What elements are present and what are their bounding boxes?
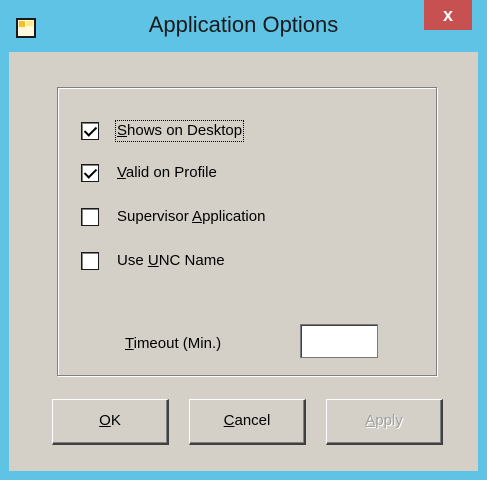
supervisor-application-checkbox[interactable]: [81, 208, 99, 226]
use-unc-name-checkbox[interactable]: [81, 252, 99, 270]
cancel-button[interactable]: Cancel: [189, 399, 306, 445]
title-bar[interactable]: Application Options x: [0, 0, 487, 50]
apply-button[interactable]: Apply: [326, 399, 443, 445]
use-unc-name-label[interactable]: Use UNC Name: [117, 252, 225, 270]
shows-on-desktop-label[interactable]: Shows on Desktop: [114, 120, 245, 142]
timeout-input[interactable]: [300, 324, 378, 358]
supervisor-application-label[interactable]: Supervisor Application: [117, 208, 265, 226]
application-icon: [16, 18, 36, 38]
options-group: [57, 87, 437, 376]
dialog-body: Shows on Desktop Valid on Profile Superv…: [9, 52, 478, 471]
ok-button[interactable]: OK: [52, 399, 169, 445]
window-title: Application Options: [148, 12, 339, 37]
application-options-dialog: Application Options x Shows on Desktop V…: [0, 0, 487, 480]
shows-on-desktop-checkbox[interactable]: [81, 122, 99, 140]
valid-on-profile-checkbox[interactable]: [81, 164, 99, 182]
timeout-label: Timeout (Min.): [125, 335, 222, 352]
close-button[interactable]: x: [424, 0, 472, 30]
valid-on-profile-label[interactable]: Valid on Profile: [117, 164, 217, 182]
